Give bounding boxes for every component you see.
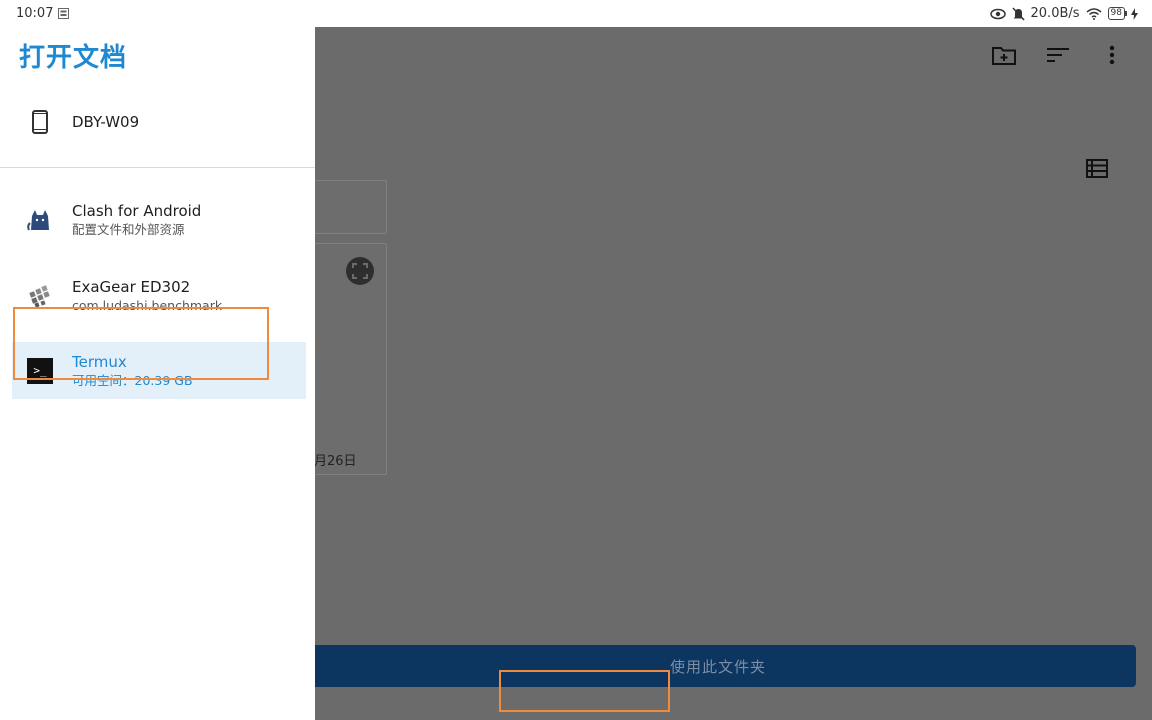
root-name: ExaGear ED302 — [72, 278, 191, 296]
drawer-item-clash[interactable]: Clash for Android 配置文件和外部资源 — [0, 200, 315, 240]
clash-cat-icon — [26, 206, 54, 234]
root-subtitle: 配置文件和外部资源 — [72, 222, 185, 237]
charging-bolt-icon — [1131, 7, 1138, 20]
battery-indicator: 98 — [1107, 7, 1128, 20]
use-this-folder-bar[interactable]: 使用此文件夹 — [300, 645, 1136, 687]
termux-highlight-box — [13, 307, 269, 380]
drawer-divider — [0, 167, 315, 168]
use-this-folder-button[interactable]: 使用此文件夹 — [670, 656, 766, 677]
notification-app-icon — [58, 8, 70, 19]
wifi-icon — [1086, 7, 1102, 20]
mute-bell-icon — [1011, 6, 1025, 21]
file-browser-toolbar — [990, 43, 1126, 67]
exagear-icon — [26, 282, 54, 310]
network-speed: 20.0B/s — [1030, 6, 1080, 21]
status-time: 10:07 — [16, 6, 54, 21]
list-view-icon[interactable] — [1086, 159, 1108, 179]
more-vert-icon[interactable] — [1098, 43, 1126, 67]
root-name: Clash for Android — [72, 202, 202, 220]
eye-icon — [989, 8, 1006, 20]
device-name: DBY-W09 — [72, 113, 140, 131]
status-bar: 10:07 20.0B/s 98 — [0, 0, 1152, 27]
sort-icon[interactable] — [1044, 43, 1072, 67]
tablet-icon — [26, 108, 54, 136]
expand-icon[interactable] — [346, 257, 374, 285]
drawer-title: 打开文档 — [19, 43, 128, 73]
action-highlight-box — [499, 670, 670, 712]
new-folder-icon[interactable] — [990, 43, 1018, 67]
file-card-date: 月26日 — [314, 454, 357, 469]
drawer-item-device[interactable]: DBY-W09 — [0, 106, 315, 138]
